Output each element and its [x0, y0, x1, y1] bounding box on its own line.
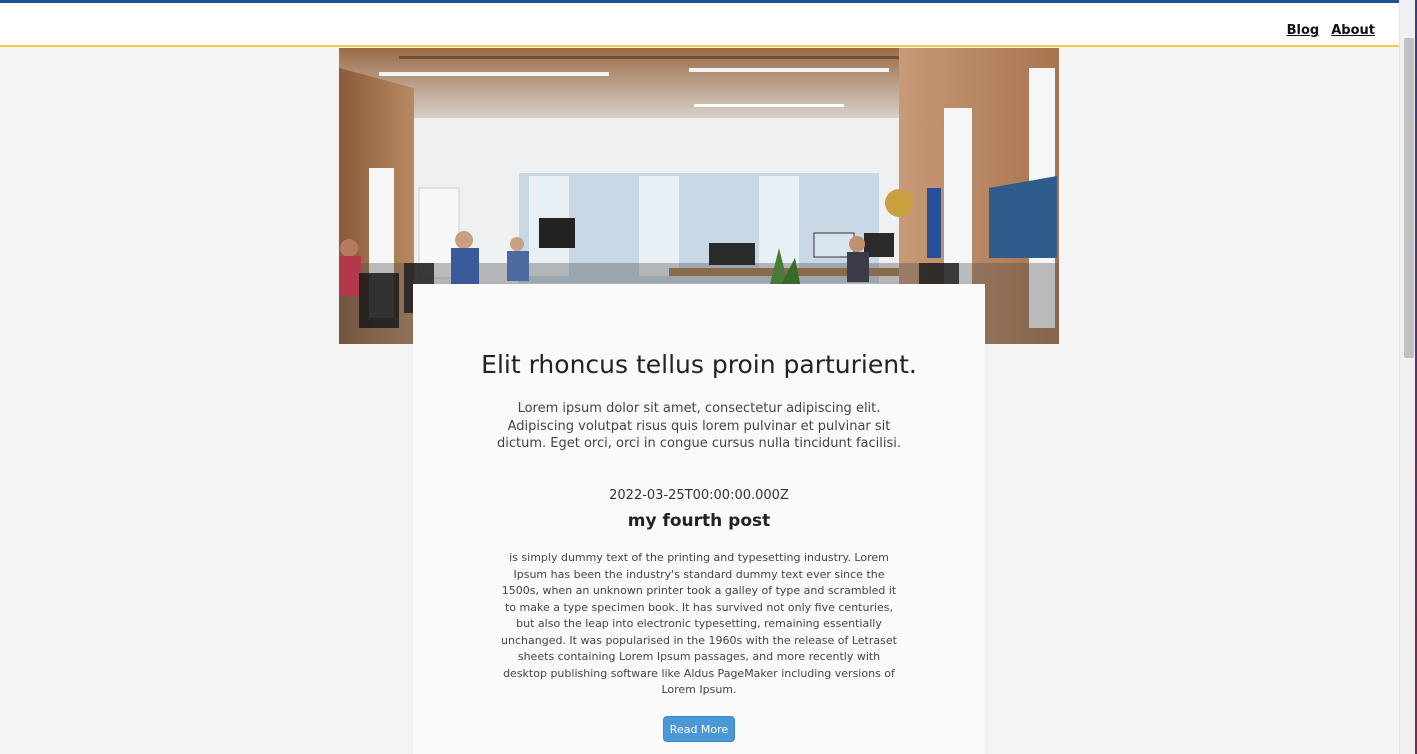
scrollbar-thumb[interactable] — [1404, 38, 1414, 358]
post-date: 2022-03-25T00:00:00.000Z — [609, 488, 789, 503]
main-nav: Blog About — [1287, 23, 1375, 38]
post-title[interactable]: my fourth post — [413, 511, 985, 531]
nav-link-blog[interactable]: Blog — [1287, 23, 1320, 38]
read-more-button[interactable]: Read More — [663, 716, 735, 742]
page-title: Elit rhoncus tellus proin parturient. — [481, 350, 917, 379]
site-header: Blog About — [0, 3, 1399, 47]
intro-card: Elit rhoncus tellus proin parturient. Lo… — [413, 284, 985, 754]
nav-link-about[interactable]: About — [1331, 23, 1375, 38]
intro-description: Lorem ipsum dolor sit amet, consectetur … — [496, 401, 901, 451]
post-excerpt: is simply dummy text of the printing and… — [501, 551, 897, 696]
